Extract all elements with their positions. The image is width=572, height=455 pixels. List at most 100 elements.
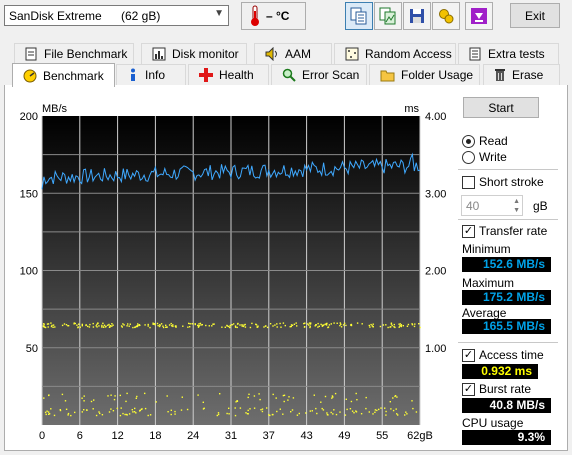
access-time-point — [229, 324, 232, 327]
options-button[interactable] — [432, 2, 460, 30]
access-time-point — [288, 396, 290, 398]
y-axis-left-unit: MB/s — [42, 103, 68, 115]
access-time-point — [51, 324, 53, 327]
access-time-point — [135, 397, 137, 399]
short-stroke-stepper[interactable]: 40 ▲ ▼ — [461, 195, 523, 216]
access-time-point — [156, 322, 159, 325]
short-stroke-unit: gB — [533, 199, 548, 213]
access-time-point — [379, 325, 382, 328]
access-time-point — [78, 323, 80, 325]
access-time-point — [339, 411, 341, 413]
access-time-point — [355, 392, 357, 395]
access-time-point — [83, 409, 85, 411]
download-button[interactable] — [465, 2, 493, 30]
access-time-option[interactable]: ✓ Access time — [462, 348, 544, 362]
access-time-point — [264, 325, 267, 327]
access-time-point — [61, 393, 64, 396]
access-time-point — [172, 324, 174, 326]
drive-select[interactable]: SanDisk Extreme (62 gB) ▼ — [4, 5, 229, 26]
tab-label: Benchmark — [43, 68, 104, 83]
access-time-point — [308, 324, 310, 326]
access-time-point — [279, 408, 281, 410]
access-time-point — [241, 325, 243, 327]
access-time-point — [368, 324, 370, 327]
copy-text-icon — [350, 7, 367, 25]
access-time-point — [162, 326, 165, 329]
access-time-point — [101, 324, 103, 327]
tab-health[interactable]: Health — [188, 64, 269, 85]
access-time-point — [292, 397, 295, 399]
minimum-label: Minimum — [462, 242, 511, 256]
access-time-point — [134, 407, 136, 410]
access-time-point — [159, 324, 161, 327]
access-time-point — [132, 326, 134, 329]
access-time-point — [407, 323, 410, 326]
access-time-point — [111, 323, 113, 325]
short-stroke-checkbox[interactable] — [462, 175, 475, 189]
tab-aam[interactable]: AAM — [254, 43, 332, 64]
access-time-point — [211, 325, 213, 327]
access-time-point — [272, 393, 274, 396]
magnifier-icon — [282, 68, 296, 82]
chevron-up-icon[interactable]: ▲ — [513, 198, 520, 206]
access-time-point — [234, 414, 237, 417]
tab-error-scan[interactable]: Error Scan — [271, 64, 367, 85]
read-option[interactable]: Read — [462, 134, 508, 148]
access-time-point — [365, 396, 367, 399]
access-time-point — [205, 324, 207, 327]
access-time-point — [415, 411, 418, 413]
chevron-down-icon[interactable]: ▼ — [513, 207, 520, 215]
access-time-point — [374, 409, 377, 411]
access-time-point — [50, 322, 52, 324]
access-time-point — [290, 411, 292, 413]
short-stroke-option[interactable]: Short stroke — [462, 175, 544, 189]
cpu-usage-value: 9.3% — [462, 430, 551, 445]
access-time-point — [48, 394, 50, 396]
copy-text-button[interactable] — [345, 2, 373, 30]
access-time-point — [365, 407, 367, 410]
maximum-value: 175.2 MB/s — [462, 290, 551, 305]
tab-random-access[interactable]: Random Access — [334, 43, 456, 64]
separator — [458, 219, 558, 220]
access-time-point — [372, 323, 374, 325]
write-radio[interactable] — [462, 150, 475, 164]
x-tick-label: 62gB — [407, 430, 433, 442]
tab-disk-monitor[interactable]: Disk monitor — [141, 43, 247, 64]
access-time-point — [216, 414, 218, 417]
access-time-point — [332, 396, 334, 398]
access-time-point — [293, 323, 296, 325]
access-time-point — [295, 322, 297, 324]
chevron-down-icon: ▼ — [214, 8, 224, 19]
transfer-rate-option[interactable]: ✓ Transfer rate — [462, 224, 547, 238]
tab-benchmark-overlay[interactable]: Benchmark — [12, 63, 115, 87]
tab-info[interactable]: Info — [116, 64, 186, 85]
access-time-point — [404, 414, 406, 416]
tab-erase[interactable]: Erase — [483, 64, 560, 85]
write-option[interactable]: Write — [462, 150, 507, 164]
access-time-point — [350, 400, 353, 403]
copy-image-button[interactable] — [374, 2, 402, 30]
access-time-point — [345, 398, 347, 400]
x-tick-label: 24 — [187, 430, 199, 442]
access-time-checkbox[interactable]: ✓ — [462, 348, 475, 362]
start-button[interactable]: Start — [463, 97, 539, 118]
transfer-rate-checkbox[interactable]: ✓ — [462, 224, 475, 238]
access-time-point — [109, 325, 112, 327]
access-time-point — [304, 322, 306, 324]
access-time-point — [166, 395, 168, 397]
tab-folder-usage[interactable]: Folder Usage — [369, 64, 480, 85]
exit-button[interactable]: Exit — [510, 3, 560, 28]
access-time-point — [157, 324, 159, 327]
access-time-point — [396, 396, 398, 398]
burst-rate-checkbox[interactable]: ✓ — [462, 382, 475, 396]
access-time-point — [234, 407, 236, 409]
burst-rate-option[interactable]: ✓ Burst rate — [462, 382, 531, 396]
tab-file-benchmark[interactable]: File Benchmark — [14, 43, 134, 64]
read-radio[interactable] — [462, 134, 475, 148]
tab-extra-tests[interactable]: Extra tests — [458, 43, 559, 64]
access-time-point — [125, 400, 127, 403]
access-time-point — [219, 393, 221, 395]
access-time-point — [67, 414, 69, 416]
access-time-point — [144, 324, 146, 326]
save-button[interactable] — [403, 2, 431, 30]
